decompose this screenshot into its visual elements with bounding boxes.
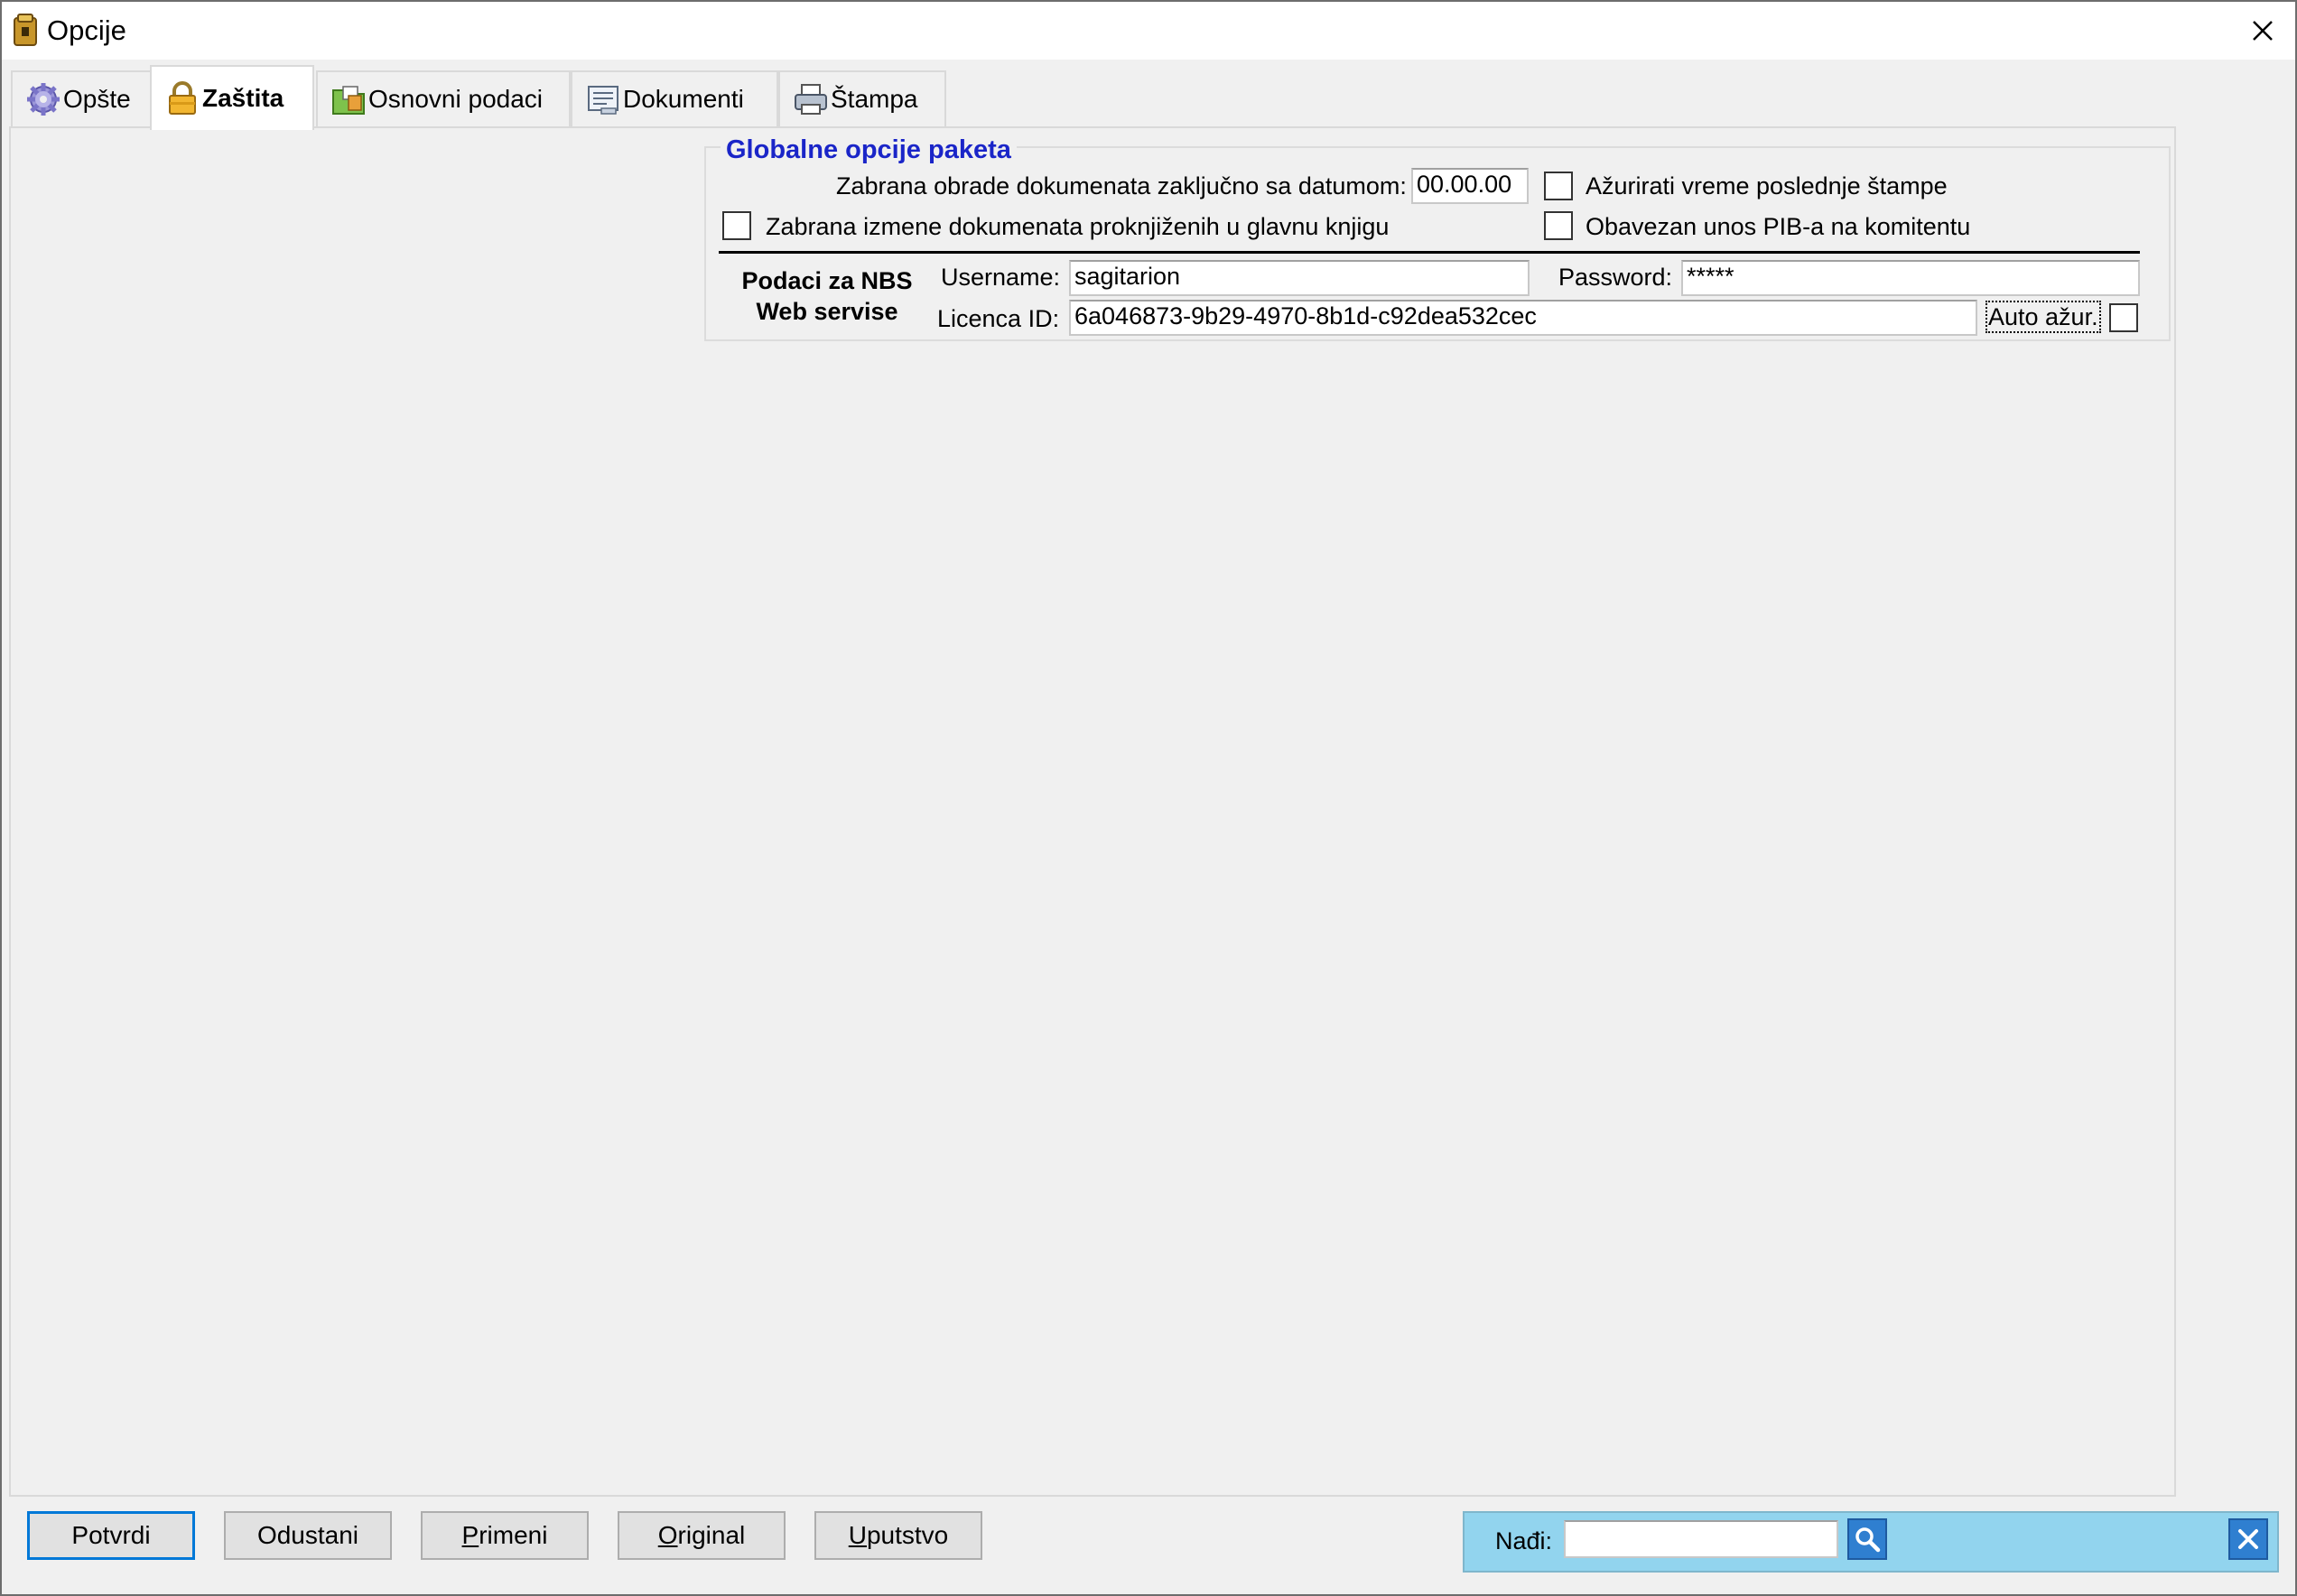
require-pib-checkbox[interactable] (1544, 211, 1573, 240)
find-label: Nađi: (1495, 1527, 1553, 1554)
tab-zastita-label: Zaštita (202, 84, 284, 112)
tab-zastita[interactable]: Zaštita (150, 65, 314, 130)
group-title: Globalne opcije paketa (721, 134, 1017, 166)
forbid-edit-posted-checkbox[interactable] (722, 211, 751, 240)
cancel-button-label: Odustani (256, 1521, 359, 1549)
tab-osnovni-podaci[interactable]: Osnovni podaci (316, 70, 571, 126)
password-input[interactable]: ***** (1681, 260, 2140, 296)
update-print-time-checkbox[interactable] (1544, 172, 1573, 200)
lock-date-input[interactable]: 00.00.00 (1411, 168, 1529, 204)
apply-button-label: Primeni (461, 1521, 548, 1549)
license-label: Licenca ID: (937, 305, 1060, 332)
lock-date-label: Zabrana obrade dokumenata zaključno sa d… (836, 172, 1407, 200)
search-icon (1855, 1527, 1881, 1553)
tab-stampa[interactable]: Štampa (778, 70, 946, 126)
auto-update-checkbox[interactable] (2109, 303, 2138, 332)
nbs-heading-line1: Podaci za NBS (741, 267, 913, 294)
app-icon (13, 13, 38, 47)
document-icon (588, 86, 618, 115)
help-button-label: Uputstvo (848, 1521, 949, 1549)
tab-dokumenti-label: Dokumenti (623, 85, 744, 113)
forbid-edit-posted-label: Zabrana izmene dokumenata proknjiženih u… (766, 213, 1390, 240)
find-close-button[interactable] (2228, 1518, 2268, 1560)
username-label: Username: (941, 264, 1061, 291)
tab-stampa-label: Štampa (831, 85, 918, 113)
tab-opste-label: Opšte (63, 85, 131, 113)
license-input[interactable]: 6a046873-9b29-4970-8b1d-c92dea532cec (1069, 300, 1977, 336)
tab-osnovni-podaci-label: Osnovni podaci (368, 85, 544, 113)
confirm-button-label: Potvrdi (71, 1521, 151, 1549)
apply-button[interactable]: Primeni (421, 1511, 589, 1560)
close-icon (2253, 21, 2273, 41)
lock-icon (169, 81, 196, 115)
find-search-button[interactable] (1847, 1518, 1887, 1560)
auto-update-label[interactable]: Auto ažur. (1985, 301, 2101, 333)
title-bar (2, 2, 2295, 60)
tab-opste[interactable]: Opšte (11, 70, 152, 126)
update-print-time-label: Ažurirati vreme poslednje štampe (1586, 172, 1948, 200)
window-title: Opcije (47, 14, 126, 46)
folder-icon (332, 86, 365, 115)
close-button[interactable] (2230, 2, 2295, 60)
close-icon (2238, 1529, 2258, 1549)
original-button[interactable]: Original (618, 1511, 786, 1560)
tab-dokumenti[interactable]: Dokumenti (571, 70, 778, 126)
require-pib-label: Obavezan unos PIB-a na komitentu (1586, 213, 1971, 240)
cancel-button[interactable]: Odustani (224, 1511, 392, 1560)
password-label: Password: (1558, 264, 1673, 291)
find-input[interactable] (1564, 1520, 1838, 1558)
nbs-heading-line2: Web servise (756, 298, 898, 325)
username-input[interactable]: sagitarion (1069, 260, 1530, 296)
separator-line (719, 251, 2140, 254)
gear-icon (27, 83, 60, 116)
printer-icon (795, 84, 827, 115)
original-button-label: Original (657, 1521, 746, 1549)
confirm-button[interactable]: Potvrdi (27, 1511, 195, 1560)
help-button[interactable]: Uputstvo (814, 1511, 982, 1560)
